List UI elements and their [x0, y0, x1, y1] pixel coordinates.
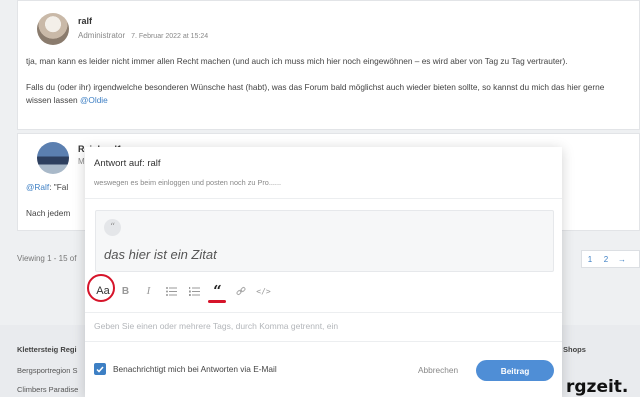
footer-column-title: Shops [563, 345, 586, 354]
post-paragraph-text: Falls du (oder ihr) irgendwelche besonde… [26, 82, 605, 105]
quoted-text[interactable]: das hier ist ein Zitat [104, 247, 217, 262]
cancel-button[interactable]: Abbrechen [418, 365, 458, 375]
post-meta: Administrator 7. Februar 2022 at 15:24 [78, 31, 208, 40]
post-author[interactable]: ralf [78, 16, 92, 26]
author-role: M [78, 157, 85, 166]
notify-checkbox[interactable] [94, 363, 106, 375]
submit-button[interactable]: Beitrag [476, 360, 554, 381]
tags-field-row [85, 312, 562, 342]
pagination: 1 2 → [581, 250, 640, 268]
blockquote-icon[interactable]: “ [206, 281, 229, 303]
viewing-count: Viewing 1 - 15 of [17, 254, 77, 263]
avatar[interactable] [37, 142, 69, 174]
annotation-underline [208, 300, 226, 303]
link-icon[interactable] [229, 281, 252, 301]
dialog-header: Antwort auf: ralf weswegen es beim einlo… [85, 147, 562, 199]
quote-snippet: : "Fal [49, 182, 69, 192]
tags-input[interactable] [94, 321, 534, 331]
mention-link[interactable]: @Oldie [80, 95, 108, 105]
code-icon[interactable]: </> [252, 281, 275, 301]
text-format-icon[interactable]: Aa [87, 274, 115, 302]
code-label: </> [256, 286, 271, 296]
reply-dialog: Antwort auf: ralf weswegen es beim einlo… [85, 147, 562, 397]
page-1-link[interactable]: 1 [582, 255, 598, 264]
mention-link[interactable]: @Ralf [26, 182, 49, 192]
footer-link[interactable]: Bergsportregion S [17, 366, 77, 375]
post-paragraph: tja, man kann es leider nicht immer alle… [26, 56, 568, 66]
bold-label: B [121, 285, 130, 297]
numbered-list-icon[interactable] [183, 281, 206, 301]
author-role: Administrator [78, 31, 126, 40]
formatting-toolbar: Aa B I “ </> [87, 274, 275, 303]
bullet-list-icon[interactable] [160, 281, 183, 301]
dialog-subtitle: weswegen es beim einloggen und posten no… [94, 178, 282, 187]
dialog-title: Antwort auf: ralf [94, 158, 161, 169]
footer-column-title: Klettersteig Regi [17, 345, 77, 354]
page-2-link[interactable]: 2 [598, 255, 614, 264]
notify-label[interactable]: Benachrichtigt mich bei Antworten via E-… [113, 364, 277, 374]
blockquote-marker-icon: “ [104, 219, 121, 236]
blockquote-label: “ [213, 282, 222, 300]
avatar[interactable] [37, 13, 69, 45]
footer-brand-logo[interactable]: rgzeit. [566, 377, 628, 397]
italic-label: I [146, 285, 151, 297]
next-page-link[interactable]: → [614, 255, 630, 264]
notify-option[interactable]: Benachrichtigt mich bei Antworten via E-… [94, 363, 277, 375]
post-content: tja, man kann es leider nicht immer alle… [26, 55, 626, 107]
post-date: 7. Februar 2022 at 15:24 [131, 33, 209, 40]
checkmark-icon [96, 366, 104, 373]
italic-icon[interactable]: I [137, 281, 160, 301]
annotation-circle [87, 274, 115, 302]
forum-post: ralf Administrator 7. Februar 2022 at 15:… [17, 0, 640, 130]
bold-icon[interactable]: B [114, 281, 137, 301]
post-paragraph: Falls du (oder ihr) irgendwelche besonde… [26, 81, 626, 107]
reply-editor[interactable]: “ das hier ist ein Zitat [95, 210, 554, 272]
footer-link[interactable]: Climbers Paradise [17, 385, 78, 394]
